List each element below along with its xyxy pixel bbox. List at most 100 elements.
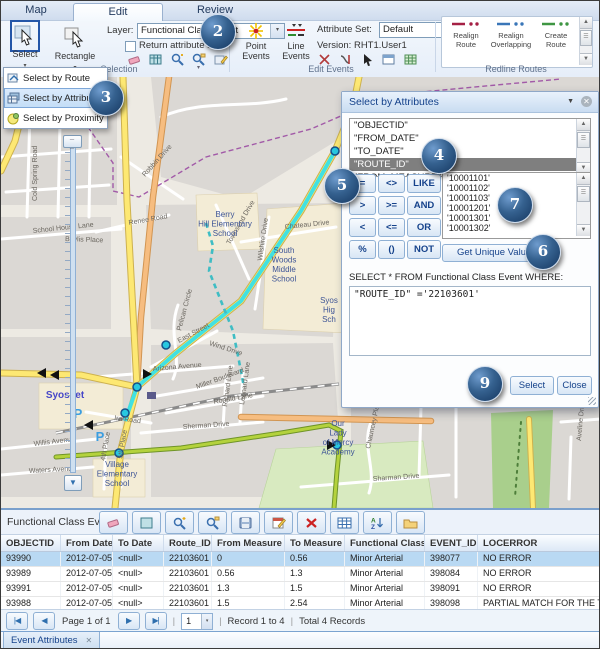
attribute-table-button[interactable] [330,511,359,534]
dialog-titlebar[interactable]: Select by Attributes ▼ ✕ [342,92,598,113]
return-attribute-set-checkbox[interactable] [125,41,136,52]
chevron-down-icon[interactable]: ▾ [197,64,200,71]
field-list-scrollbar[interactable]: ▲ ☰ ▼ [576,119,590,174]
select-rectangle-button[interactable] [132,511,161,534]
close-icon[interactable]: ✕ [581,96,592,107]
rectangle-tool-label: Rectangle [55,51,96,61]
select-button[interactable]: Select [510,376,554,395]
column-header[interactable]: OBJECTID [1,535,61,551]
zoom-to-selection-button[interactable] [165,511,194,534]
select-tool-label: Select [12,49,37,59]
tab-edit[interactable]: Edit [73,3,163,21]
value-list-scrollbar[interactable]: ▲ ☰ ▼ [576,173,590,236]
field-listbox[interactable]: "OBJECTID""FROM_DATE""TO_DATE""ROUTE_ID"… [349,118,591,177]
line-events-button[interactable]: Line Events [277,22,315,62]
scrollbar-thumb[interactable]: ☰ [577,186,590,202]
total-records-label: Total 4 Records [299,616,365,627]
column-header[interactable]: From Date [61,535,113,551]
table-cell: 2012-07-05 [61,552,113,566]
column-header[interactable]: From Measure [212,535,285,551]
last-page-button[interactable]: ▶| [145,612,167,630]
column-header[interactable]: Route_ID [164,535,212,551]
edit-attributes-button[interactable] [264,511,293,534]
event-grid-icon[interactable] [403,52,418,67]
next-page-button[interactable]: ▶ [118,612,140,630]
value-item[interactable]: '10001101' [443,173,577,183]
page-select[interactable]: 1 ▾ [181,613,213,630]
table-row[interactable]: 939912012-07-05<null>221036011.31.5Minor… [1,582,600,597]
redline-item[interactable]: Realign Overlapping [489,20,533,64]
gallery-scrollbar[interactable]: ▲ ☰ ▼ [579,17,592,65]
operator-button[interactable]: % [349,240,376,259]
operator-button[interactable]: LIKE [407,174,441,193]
tab-event-attributes[interactable]: Event Attributes✕ [3,632,100,649]
table-row[interactable]: 939892012-07-05<null>221036010.561.3Mino… [1,567,600,582]
zoom-slider-track[interactable] [70,141,76,473]
zoom-out-icon[interactable]: ▼ [64,475,82,491]
operator-button[interactable]: OR [407,218,441,237]
scrollbar-thumb[interactable]: ☰ [577,132,590,148]
scroll-down-icon[interactable]: ▼ [577,224,590,236]
redline-style-icon [541,20,571,28]
zoom-selection-icon[interactable] [170,52,185,67]
table-cell: 398091 [425,582,478,596]
operator-button[interactable]: <> [378,174,405,193]
close-button[interactable]: Close [557,376,592,395]
clear-selection-button[interactable] [99,511,128,534]
operator-button[interactable]: NOT [407,240,441,259]
chevron-down-icon[interactable]: ▾ [201,614,212,629]
column-header[interactable]: To Measure [285,535,345,551]
menu-item-select-by-proximity[interactable]: Select by Proximity [4,108,107,128]
redline-item-label: Create Route [534,32,578,49]
open-button[interactable] [396,511,425,534]
close-icon[interactable]: ✕ [86,636,93,645]
field-item[interactable]: "ROUTE_ID" [350,158,577,171]
tab-map[interactable]: Map [13,4,59,16]
scroll-up-icon[interactable]: ▲ [577,173,590,185]
column-header[interactable]: To Date [113,535,164,551]
column-header[interactable]: LOCERROR [478,535,600,551]
menu-item-select-by-route[interactable]: Select by Route [4,68,107,88]
table-header[interactable]: OBJECTIDFrom DateTo DateRoute_IDFrom Mea… [1,534,600,552]
operator-button[interactable]: < [349,218,376,237]
operator-button[interactable]: <= [378,218,405,237]
map-zoom-slider[interactable]: ── ▼ [63,127,81,491]
value-item[interactable]: '10001302' [443,223,577,233]
eraser-icon [106,516,121,530]
select-tool-button[interactable]: Select▾ [6,22,44,70]
where-clause-input[interactable]: "ROUTE_ID" ='22103601' [349,286,591,356]
zoom-to-extent-button[interactable] [198,511,227,534]
operator-button[interactable]: >= [378,196,405,215]
field-item[interactable]: "OBJECTID" [350,119,577,132]
zoom-slider-handle[interactable]: ── [63,135,82,148]
scrollbar-thumb[interactable]: ☰ [580,30,592,46]
point-events-button[interactable]: Point Events [237,22,275,62]
first-page-button[interactable]: |◀ [6,612,28,630]
redline-item[interactable]: Realign Route [444,20,488,64]
previous-page-button[interactable]: ◀ [33,612,55,630]
table-cell: <null> [113,552,164,566]
redline-item[interactable]: Create Route [534,20,578,64]
table-cell: <null> [113,582,164,596]
sort-button[interactable]: AZ [363,511,392,534]
table-row[interactable]: 939902012-07-05<null>2210360100.56Minor … [1,552,600,567]
table-cell: Minor Arterial [345,567,425,581]
proximity-icon [7,112,20,125]
attribute-edit-icon[interactable] [213,52,228,67]
column-header[interactable]: Functional Class [345,535,425,551]
field-item[interactable]: "TO_DATE" [350,145,577,158]
poi-label: Hill Elementary [198,220,252,229]
delete-button[interactable] [297,511,326,534]
table-cell: 22103601 [164,552,212,566]
scroll-up-icon[interactable]: ▲ [577,119,590,131]
event-window-icon[interactable] [381,52,396,67]
chevron-down-icon[interactable]: ▼ [567,98,574,105]
resize-grip[interactable] [588,397,596,405]
operator-button[interactable]: () [378,240,405,259]
column-header[interactable]: EVENT_ID [425,535,478,551]
field-item[interactable]: "FROM_DATE" [350,132,577,145]
attribute-set-value: Default [383,24,413,35]
save-button[interactable] [231,511,260,534]
operator-button[interactable]: AND [407,196,441,215]
scroll-up-icon[interactable]: ▲ [580,17,592,29]
